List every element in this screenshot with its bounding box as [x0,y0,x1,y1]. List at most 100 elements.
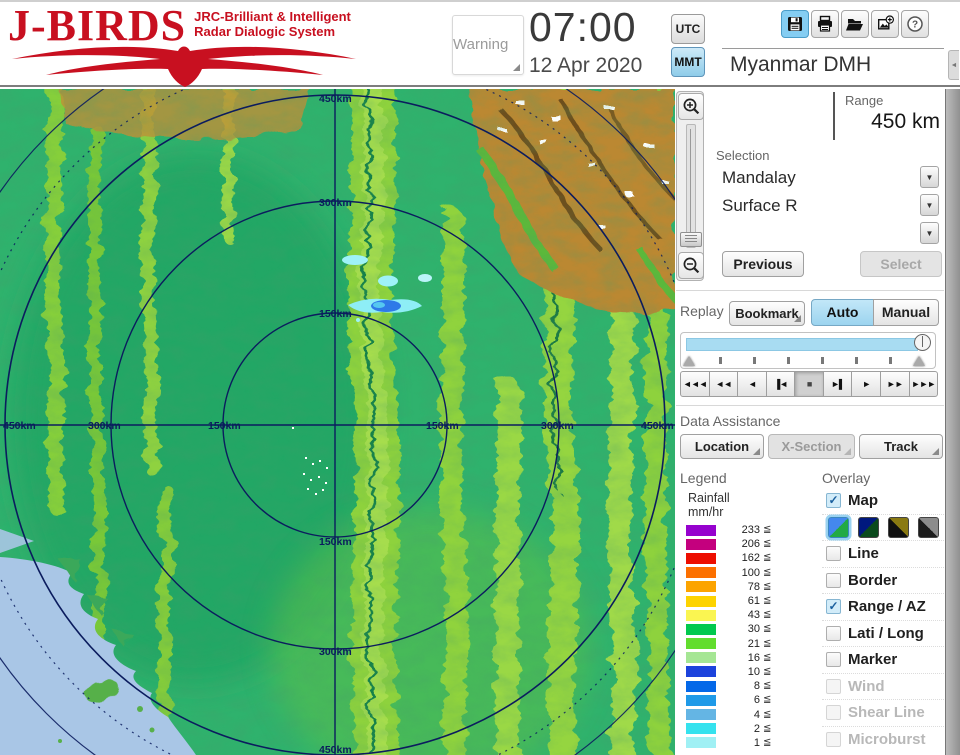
save-button[interactable] [781,10,809,38]
legend-entry: 10 ≦ [680,665,820,679]
manual-button[interactable]: Manual [873,299,939,326]
lte-symbol: ≦ [763,524,772,536]
replay-slider-track[interactable] [686,338,918,351]
zoom-out-button[interactable] [678,252,704,279]
select-button[interactable]: Select [860,251,942,277]
wind-label: Wind [848,677,885,695]
microburst-label: Microburst [848,731,926,749]
utc-button[interactable]: UTC [671,14,705,44]
line-checkbox[interactable] [826,546,841,562]
svg-text:150km: 150km [208,420,241,432]
track-button[interactable]: Track [859,434,943,459]
overlay-options: ✓ Map Line Border ✓ Range / AZ Lati / Long Mark… [822,488,944,755]
zoom-slider-track[interactable] [686,124,696,248]
legend-entry: 78 ≦ [680,580,820,594]
mmt-button[interactable]: MMT [671,47,705,77]
radar-map[interactable]: 450km 300km 150km 150km 300km 450km 450k… [0,89,675,755]
step-back-button[interactable]: ▐◄ [765,371,796,397]
jump-end-button[interactable]: ►►► [908,371,939,397]
legend-entry: 6 ≦ [680,693,820,707]
lte-symbol: ≦ [763,708,772,720]
lte-symbol: ≦ [763,538,772,550]
print-button[interactable] [811,10,839,38]
svg-text:150km: 150km [426,420,459,432]
jump-start-button[interactable]: ◄◄◄ [680,371,710,397]
legend-color-swatch [686,538,716,550]
site-dropdown-value: Mandalay [722,168,796,187]
map-checkbox[interactable]: ✓ [826,493,841,509]
corner-triangle-icon [932,448,939,455]
slider-end-marker-icon[interactable] [913,356,925,366]
microburst-checkbox [826,732,841,748]
legend-color-swatch [686,723,716,735]
legend-value: 43 [747,609,760,622]
legend-entry: 30 ≦ [680,622,820,636]
help-icon: ? [907,16,923,32]
map-style-swatch-4[interactable] [918,516,939,538]
location-button[interactable]: Location [680,434,764,459]
legend-value: 21 [747,637,760,650]
zoom-slider-thumb[interactable] [680,232,702,247]
play-reverse-button[interactable]: ◄ [737,371,767,397]
svg-text:300km: 300km [541,420,574,432]
legend-color-swatch [686,680,716,692]
warning-button[interactable]: Warning [452,15,524,75]
marker-checkbox[interactable] [826,652,841,668]
lati-long-checkbox[interactable] [826,625,841,641]
chevron-down-icon[interactable]: ▼ [920,166,939,188]
legend-color-swatch [686,609,716,621]
lte-symbol: ≦ [763,566,772,578]
replay-slider [680,332,936,369]
replay-slider-thumb[interactable] [914,334,931,351]
border-checkbox[interactable] [826,572,841,588]
slider-start-marker-icon[interactable] [683,356,695,366]
legend-value: 6 [753,694,760,707]
chevron-down-icon[interactable]: ▼ [920,194,939,216]
step-forward-button[interactable]: ►▌ [822,371,853,397]
divider [722,48,944,49]
range-az-checkbox[interactable]: ✓ [826,599,841,615]
lati-long-label: Lati / Long [848,624,924,642]
fast-forward-button[interactable]: ►► [879,371,910,397]
legend-color-swatch [686,666,716,678]
map-style-swatch-1[interactable] [828,516,849,538]
xsection-button[interactable]: X-Section [768,434,855,459]
map-style-swatch-3[interactable] [888,516,909,538]
legend-entry: 1 ≦ [680,736,820,750]
legend-entry: 43 ≦ [680,608,820,622]
overlay-row-line: Line [822,541,944,568]
open-folder-button[interactable] [841,10,869,38]
map-style-swatch-2[interactable] [858,516,879,538]
slider-tick [821,357,824,364]
previous-button[interactable]: Previous [722,251,804,277]
map-zoom-control [676,91,704,281]
bookmark-button[interactable]: Bookmark [729,301,805,326]
add-image-button[interactable] [871,10,899,38]
legend-entry: 16 ≦ [680,651,820,665]
warning-label: Warning [453,36,509,53]
collapse-panel-arrow-icon[interactable]: ◄ [948,50,959,80]
marker-label: Marker [848,651,898,669]
overlay-row-range-az: ✓ Range / AZ [822,594,944,621]
auto-button[interactable]: Auto [811,299,874,326]
play-button[interactable]: ► [851,371,881,397]
help-button[interactable]: ? [901,10,929,38]
legend-value: 100 [741,566,760,579]
logo-subtitle: JRC-Brilliant & Intelligent Radar Dialog… [194,9,351,39]
stop-button[interactable]: ■ [794,371,824,397]
legend-value: 2 [753,722,760,735]
site-dropdown[interactable]: Mandalay ▼ [713,164,942,191]
overlay-row-map: ✓ Map [822,488,944,515]
legend-value: 16 [747,651,760,664]
product-dropdown[interactable]: Surface R ▼ [713,192,942,219]
legend-entry: 4 ≦ [680,707,820,721]
data-assistance-label: Data Assistance [680,413,781,429]
legend-value: 10 [747,665,760,678]
fast-rewind-button[interactable]: ◄◄ [708,371,739,397]
selection-label: Selection [716,148,770,163]
chevron-down-icon[interactable]: ▼ [920,222,939,244]
svg-text:450km: 450km [641,420,674,432]
option-dropdown[interactable]: ▼ [713,220,942,247]
zoom-in-button[interactable] [678,93,704,120]
overlay-row-shear-line: Shear Line [822,700,944,727]
